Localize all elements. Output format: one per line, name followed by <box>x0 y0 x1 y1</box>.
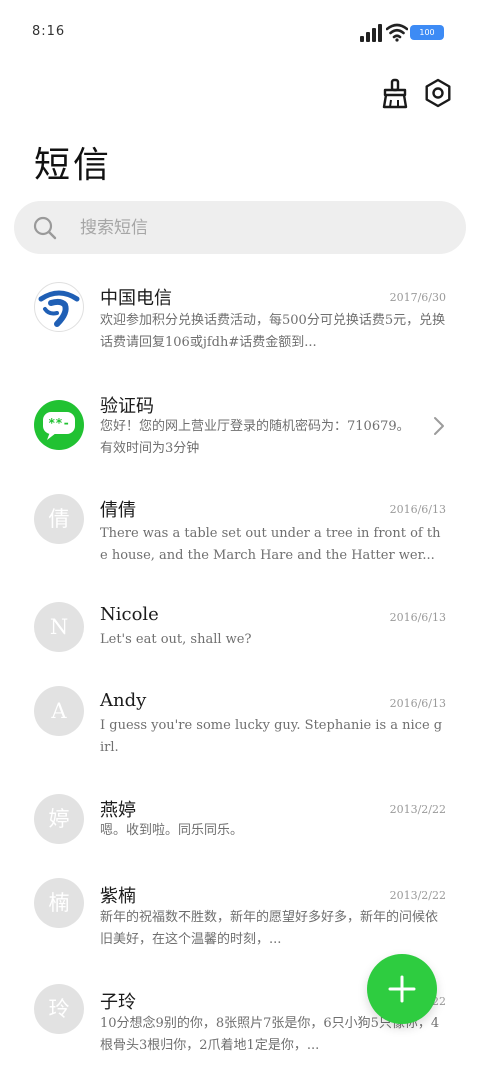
message-preview: There was a table set out under a tree i… <box>100 526 441 563</box>
message-date: 2017/6/30 <box>389 291 446 304</box>
sender-name: 中国电信 <box>100 288 172 309</box>
message-preview: Let's eat out, shall we? <box>100 632 252 647</box>
sender-name: Nicole <box>100 604 159 625</box>
message-date: 2013/2/22 <box>389 803 446 816</box>
settings-icon[interactable] <box>421 76 455 110</box>
china-telecom-logo-avatar <box>34 282 84 332</box>
list-item-yanting[interactable]: 婷 燕婷 2013/2/22 嗯。收到啦。同乐同乐。 <box>0 792 480 862</box>
list-item-andy[interactable]: A Andy 2016/6/13 I guess you're some luc… <box>0 686 480 776</box>
avatar: N <box>34 602 84 652</box>
battery-icon: 100 <box>410 25 444 40</box>
code-avatar-text: **- <box>48 416 70 430</box>
message-date: 2016/6/13 <box>389 503 446 516</box>
avatar: A <box>34 686 84 736</box>
message-date: 2016/6/13 <box>389 611 446 624</box>
page-title: 短信 <box>34 145 113 186</box>
list-item-verification-code[interactable]: **- 验证码 您好！您的网上营业厅登录的随机密码为：710679。有效时间为3… <box>0 386 480 472</box>
list-item-nicole[interactable]: N Nicole 2016/6/13 Let's eat out, shall … <box>0 600 480 670</box>
chevron-right-icon[interactable] <box>430 414 448 438</box>
list-item-qianqian[interactable]: 倩 倩倩 2016/6/13 There was a table set out… <box>0 492 480 582</box>
wifi-icon <box>386 23 408 42</box>
status-time: 8:16 <box>32 24 66 39</box>
message-preview: I guess you're some lucky guy. Stephanie… <box>100 718 443 755</box>
verification-code-avatar: **- <box>34 400 84 450</box>
plus-icon <box>388 975 416 1003</box>
avatar: 楠 <box>34 878 84 928</box>
message-preview: 您好！您的网上营业厅登录的随机密码为：710679。有效时间为3分钟 <box>100 419 410 456</box>
sender-name: 子玲 <box>100 992 136 1013</box>
message-date: 2016/6/13 <box>389 697 446 710</box>
message-preview: 嗯。收到啦。同乐同乐。 <box>100 823 244 838</box>
sender-name: 紫楠 <box>100 886 136 907</box>
sender-name: 验证码 <box>100 396 154 417</box>
avatar: 倩 <box>34 494 84 544</box>
broom-icon[interactable] <box>378 76 412 110</box>
avatar: 婷 <box>34 794 84 844</box>
message-preview: 新年的祝福数不胜数，新年的愿望好多好多，新年的问候依旧美好，在这个温馨的时刻，.… <box>100 910 439 947</box>
status-icons: 100 <box>360 22 450 44</box>
list-item-china-telecom[interactable]: 中国电信 2017/6/30 欢迎参加积分兑换话费活动，每500分可兑换话费5元… <box>0 262 480 362</box>
search-icon <box>33 216 57 240</box>
sender-name: 倩倩 <box>100 500 136 521</box>
sender-name: 燕婷 <box>100 800 136 821</box>
avatar: 玲 <box>34 984 84 1034</box>
message-preview: 欢迎参加积分兑换话费活动，每500分可兑换话费5元，兑换话费请回复106或jfd… <box>100 313 446 350</box>
status-bar: 8:16 100 <box>0 0 480 64</box>
search-bar[interactable] <box>14 201 466 254</box>
signal-icon <box>360 24 382 42</box>
new-message-button[interactable] <box>367 954 437 1024</box>
search-input[interactable] <box>80 201 440 254</box>
sender-name: Andy <box>100 690 147 711</box>
message-date: 2013/2/22 <box>389 889 446 902</box>
